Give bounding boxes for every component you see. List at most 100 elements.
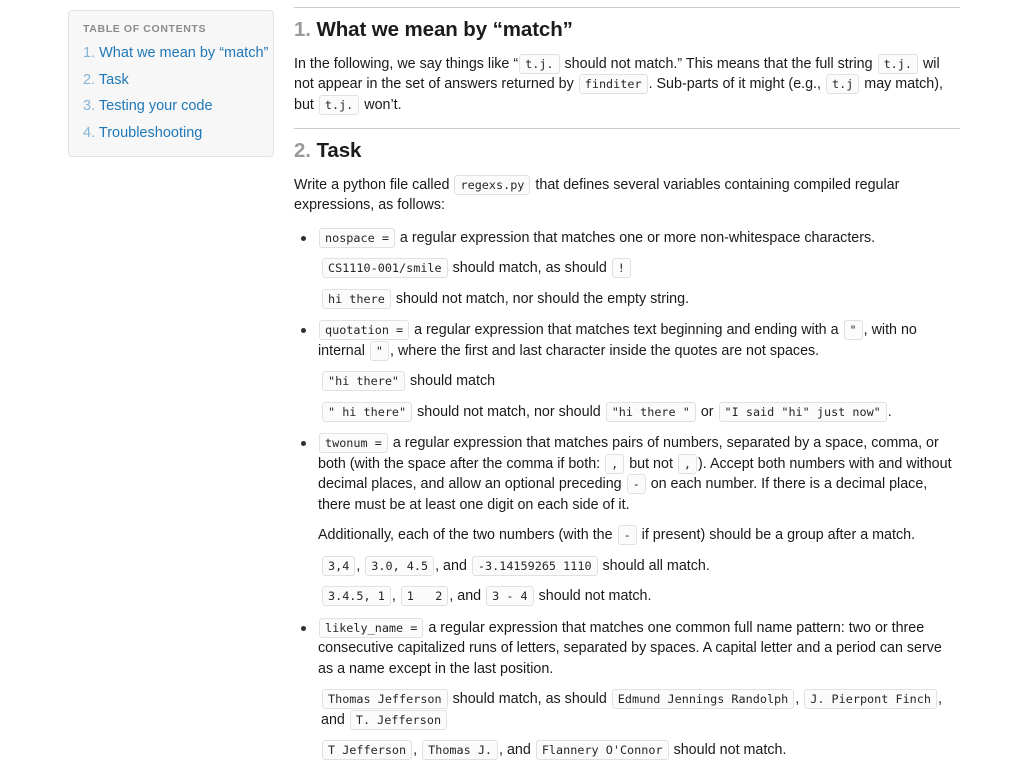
top-divider: [294, 7, 960, 8]
bullet-description-text: a regular expression that matches one or…: [399, 229, 876, 246]
code-span-comma: ,: [605, 453, 625, 474]
example-line: 3,4, 3.0, 4.5, and -3.14159265 1110 shou…: [318, 555, 960, 577]
code-span: t.j.: [877, 53, 918, 74]
code-span: t.j.: [519, 53, 560, 74]
code-span: hi there: [322, 288, 391, 309]
match-paragraph: In the following, we say things like “t.…: [294, 53, 960, 116]
example-text: should not match.: [673, 742, 787, 759]
code-span-quote: ": [369, 340, 389, 361]
bullet-description-text-c: , where the first and last character ins…: [390, 342, 820, 359]
code-span: "I said "hi" just now": [718, 401, 887, 422]
task-bullet-twonum: twonum = a regular expression that match…: [294, 433, 960, 607]
example-text: should match, as should: [452, 260, 607, 277]
code-span: J. Pierpont Finch: [804, 689, 937, 710]
code-span: CS1110-001/smile: [322, 258, 448, 279]
task-intro-paragraph: Write a python file called regexs.py tha…: [294, 174, 960, 216]
code-span-quote: ": [843, 320, 863, 341]
code-span: t.j.: [318, 94, 360, 115]
example-line: 3.4.5, 1, 1 2, and 3 - 4 should not matc…: [318, 586, 960, 607]
toc-item-1: 1. What we mean by “match”: [83, 44, 268, 64]
section-title: Task: [316, 139, 362, 163]
task-bullet-nospace: nospace = a regular expression that matc…: [294, 227, 960, 310]
code-span: 3,4: [322, 555, 356, 576]
bullet-description: likely_name = a regular expression that …: [318, 617, 960, 680]
code-span: 1 2: [400, 586, 449, 607]
example-text: should not match, nor should: [417, 403, 601, 420]
toc-link-what-we-mean-by-match[interactable]: What we mean by “match”: [99, 45, 268, 61]
toc-item-2: 2. Task: [83, 71, 259, 91]
code-span: 3.0, 4.5: [365, 555, 435, 576]
toc-link-testing-your-code[interactable]: Testing your code: [99, 98, 213, 114]
bullet-description: quotation = a regular expression that ma…: [318, 320, 960, 361]
example-text: or: [700, 403, 714, 420]
example-text: should all match.: [602, 557, 710, 574]
match-text-a: In the following, we say things like “: [294, 55, 519, 72]
match-text-b: should not match.” This means that the f…: [564, 55, 873, 72]
additional-text-a: Additionally, each of the two numbers (w…: [318, 527, 613, 544]
task-bullet-quotation: quotation = a regular expression that ma…: [294, 320, 960, 422]
code-span: " hi there": [322, 401, 413, 422]
code-span: Edmund Jennings Randolph: [611, 689, 795, 710]
code-span: 3.4.5, 1: [322, 586, 391, 607]
code-span-comma: ,: [677, 453, 698, 474]
code-span: -3.14159265 1110: [471, 555, 598, 576]
section-heading-task: 2. Task: [294, 138, 960, 164]
example-line: "hi there" should match: [318, 371, 960, 392]
example-text: ,: [413, 742, 418, 759]
code-span: finditer: [578, 74, 648, 95]
task-intro-a: Write a python file called: [294, 176, 450, 193]
code-span-variable: likely_name =: [319, 617, 424, 638]
example-text: , and: [499, 742, 531, 759]
bullet-description: nospace = a regular expression that matc…: [318, 227, 960, 249]
code-span-filename: regexs.py: [454, 174, 531, 195]
code-span: t.j: [826, 74, 860, 95]
toc-link-troubleshooting[interactable]: Troubleshooting: [99, 125, 202, 141]
example-text: should not match.: [538, 588, 652, 605]
code-span: Thomas J.: [422, 740, 499, 761]
table-of-contents: TABLE OF CONTENTS 1. What we mean by “ma…: [68, 10, 274, 158]
match-text-d: . Sub-parts of it might (e.g.,: [648, 76, 822, 93]
toc-item-number: 3.: [83, 98, 96, 115]
code-span: 3 - 4: [486, 586, 534, 607]
main-content: 1. What we mean by “match” In the follow…: [294, 0, 960, 761]
code-span: T. Jefferson: [349, 709, 448, 730]
bullet-description-text-b: but not: [629, 455, 673, 472]
twonum-additional-note: Additionally, each of the two numbers (w…: [318, 525, 960, 546]
example-text: ,: [795, 691, 800, 708]
toc-title: TABLE OF CONTENTS: [83, 23, 207, 35]
example-text: ,: [356, 557, 361, 574]
code-span: "hi there": [322, 371, 406, 392]
toc-item-4: 4. Troubleshooting: [83, 124, 259, 144]
toc-item-number: 4.: [83, 124, 96, 141]
toc-item-number: 1.: [83, 45, 96, 61]
section-heading-match: 1. What we mean by “match”: [294, 17, 960, 43]
code-span-dash: -: [626, 474, 646, 495]
example-line: CS1110-001/smile should match, as should…: [318, 258, 960, 279]
example-text: should match: [410, 373, 496, 390]
code-span: Thomas Jefferson: [322, 689, 448, 710]
match-text-f: won’t.: [364, 96, 402, 113]
bullet-description-text-a: a regular expression that matches text b…: [414, 322, 839, 339]
task-bullet-likely-name: likely_name = a regular expression that …: [294, 617, 960, 761]
section-title: What we mean by “match”: [316, 18, 573, 41]
example-line: hi there should not match, nor should th…: [318, 288, 960, 310]
toc-item-number: 2.: [83, 71, 96, 88]
code-span: !: [611, 258, 631, 279]
example-text: , and: [435, 557, 467, 574]
additional-text-b: if present) should be a group after a ma…: [641, 527, 916, 544]
toc-link-task[interactable]: Task: [99, 72, 129, 88]
code-span-variable: nospace =: [319, 227, 395, 248]
example-text: , and: [449, 588, 482, 605]
example-line: T Jefferson, Thomas J., and Flannery O'C…: [318, 740, 960, 761]
code-span-variable: twonum =: [319, 433, 388, 454]
toc-list: 1. What we mean by “match” 2. Task 3. Te…: [83, 44, 268, 144]
toc-item-3: 3. Testing your code: [83, 97, 259, 117]
code-span: Flannery O'Connor: [535, 740, 669, 761]
code-span: "hi there ": [605, 401, 696, 422]
code-span-variable: quotation =: [319, 320, 410, 341]
example-line: " hi there" should not match, nor should…: [318, 401, 960, 423]
code-span-dash: -: [617, 525, 637, 546]
example-text: should match, as should: [452, 691, 607, 708]
section-number: 2.: [294, 139, 311, 163]
section-number: 1.: [294, 18, 311, 41]
